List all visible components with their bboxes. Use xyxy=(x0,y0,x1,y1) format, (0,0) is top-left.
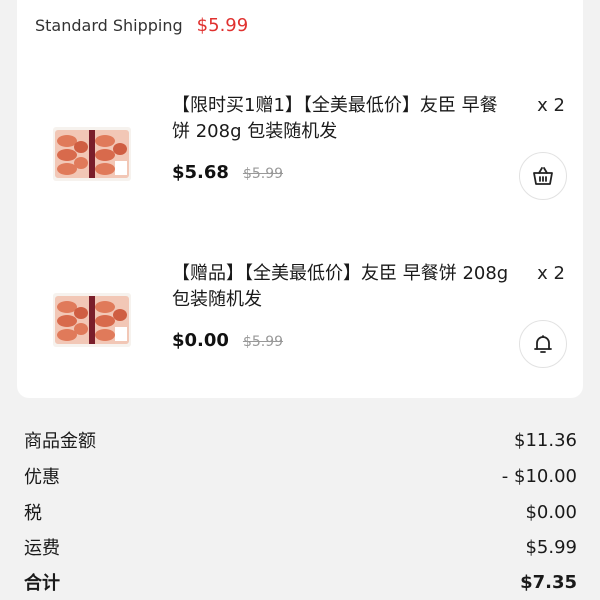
product-image[interactable] xyxy=(53,293,131,347)
tax-label: 税 xyxy=(24,503,42,524)
discount-label: 优惠 xyxy=(24,467,60,488)
product-image[interactable] xyxy=(53,127,131,181)
tax-value: $0.00 xyxy=(525,501,577,523)
summary-row-shipping: 运费 $5.99 xyxy=(24,533,577,561)
product-title[interactable]: 【限时买1赠1】【全美最低价】友臣 早餐饼 208g 包装随机发 xyxy=(172,93,512,145)
product-price: $0.00 xyxy=(172,330,229,351)
summary-row-discount: 优惠 - $10.00 xyxy=(24,462,577,490)
product-quantity: x 2 xyxy=(537,263,565,284)
product-original-price: $5.99 xyxy=(242,334,284,350)
add-to-cart-button[interactable] xyxy=(519,152,567,200)
price-row: $5.68 $5.99 xyxy=(172,162,283,183)
notify-button[interactable] xyxy=(519,320,567,368)
product-price: $5.68 xyxy=(172,162,229,183)
basket-icon xyxy=(533,167,553,185)
summary-row-subtotal: 商品金额 $11.36 xyxy=(24,426,577,454)
shipping-method-row[interactable]: Standard Shipping $5.99 xyxy=(35,12,248,38)
product-title[interactable]: 【赠品】【全美最低价】友臣 早餐饼 208g 包装随机发 xyxy=(172,261,512,313)
shipping-fee-value: $5.99 xyxy=(525,536,577,558)
summary-row-total: 合计 $7.35 xyxy=(24,568,577,596)
product-original-price: $5.99 xyxy=(242,166,284,182)
summary-row-tax: 税 $0.00 xyxy=(24,498,577,526)
shipping-fee-label: 运费 xyxy=(24,538,60,559)
bell-icon xyxy=(534,335,552,353)
total-label: 合计 xyxy=(24,573,60,594)
product-quantity: x 2 xyxy=(537,95,565,116)
shipping-method-price: $5.99 xyxy=(196,14,249,36)
price-row: $0.00 $5.99 xyxy=(172,330,283,351)
shipping-method-label: Standard Shipping xyxy=(35,15,183,35)
discount-value: - $10.00 xyxy=(501,465,577,487)
subtotal-label: 商品金额 xyxy=(24,431,96,452)
subtotal-value: $11.36 xyxy=(514,429,577,451)
total-value: $7.35 xyxy=(520,571,577,593)
